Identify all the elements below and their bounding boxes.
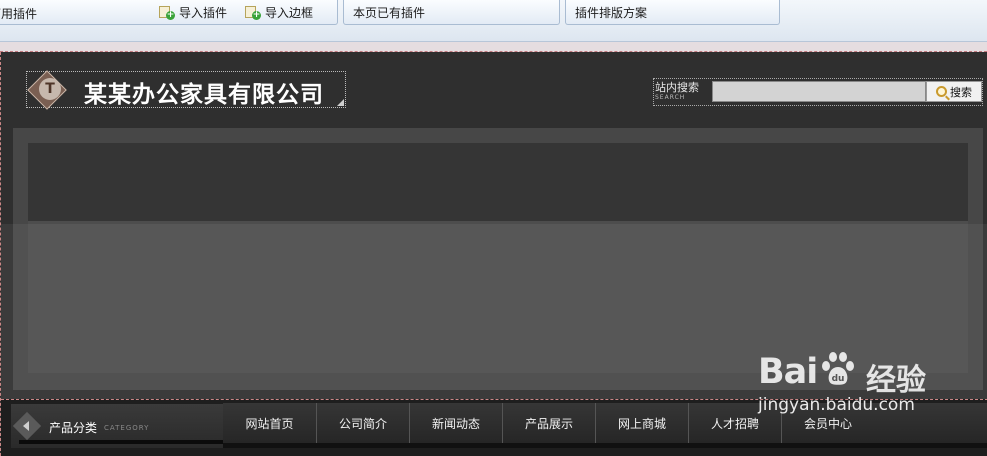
nav-item-news[interactable]: 新闻动态 xyxy=(409,403,502,443)
editor-toolbar: 可用插件 + 导入插件 + 导入边框 本页已有插件 插件排版方案 xyxy=(0,0,987,42)
available-plugins-group: 可用插件 + 导入插件 + 导入边框 xyxy=(0,0,338,25)
border-add-icon: + xyxy=(244,5,261,20)
import-border-label: 导入边框 xyxy=(265,6,314,20)
available-plugins-label: 可用插件 xyxy=(0,7,38,21)
banner-frame xyxy=(13,128,983,390)
search-button-label: 搜索 xyxy=(950,85,972,99)
nav-bar: 产品分类 CATEGORY 网站首页 公司简介 新闻动态 产品展示 网上商城 人… xyxy=(1,399,987,456)
plugin-layout-tab[interactable]: 插件排版方案 xyxy=(565,0,780,25)
plugin-add-icon: + xyxy=(158,5,175,20)
plugin-layout-label: 插件排版方案 xyxy=(575,5,648,20)
category-label: 产品分类 xyxy=(49,421,98,435)
search-subtitle: SEARCH xyxy=(655,94,686,101)
arrow-left-icon xyxy=(23,421,29,431)
search-block: 站内搜索 SEARCH 搜索 xyxy=(653,78,983,106)
company-name: 某某办公家具有限公司 xyxy=(84,82,324,108)
nav-item-home[interactable]: 网站首页 xyxy=(223,403,316,443)
import-border-button[interactable]: + 导入边框 xyxy=(244,4,313,21)
search-title: 站内搜索 xyxy=(655,81,699,94)
page-edge-strip xyxy=(0,42,987,52)
logo-letter: T xyxy=(39,78,61,100)
import-plugin-button[interactable]: + 导入插件 xyxy=(158,4,227,21)
banner-area[interactable] xyxy=(28,143,968,373)
menu-underline xyxy=(223,443,987,448)
page-plugins-label: 本页已有插件 xyxy=(353,5,426,20)
category-subtitle: CATEGORY xyxy=(104,424,150,432)
main-menu: 网站首页 公司简介 新闻动态 产品展示 网上商城 人才招聘 会员中心 xyxy=(223,403,987,443)
import-plugin-label: 导入插件 xyxy=(179,6,228,20)
nav-item-about[interactable]: 公司简介 xyxy=(316,403,409,443)
resize-handle-icon[interactable] xyxy=(337,99,344,106)
logo-block[interactable]: T 某某办公家具有限公司 xyxy=(26,70,346,110)
nav-item-jobs[interactable]: 人才招聘 xyxy=(688,403,781,443)
search-button[interactable]: 搜索 xyxy=(926,81,982,102)
category-underline xyxy=(19,440,223,444)
search-icon xyxy=(936,86,947,97)
site-preview: T 某某办公家具有限公司 站内搜索 SEARCH 搜索 产品分类 CATEGOR… xyxy=(0,52,987,456)
page-plugins-tab[interactable]: 本页已有插件 xyxy=(343,0,560,25)
nav-item-products[interactable]: 产品展示 xyxy=(502,403,595,443)
search-input[interactable] xyxy=(712,81,926,102)
nav-item-members[interactable]: 会员中心 xyxy=(781,403,874,443)
nav-item-shop[interactable]: 网上商城 xyxy=(595,403,688,443)
